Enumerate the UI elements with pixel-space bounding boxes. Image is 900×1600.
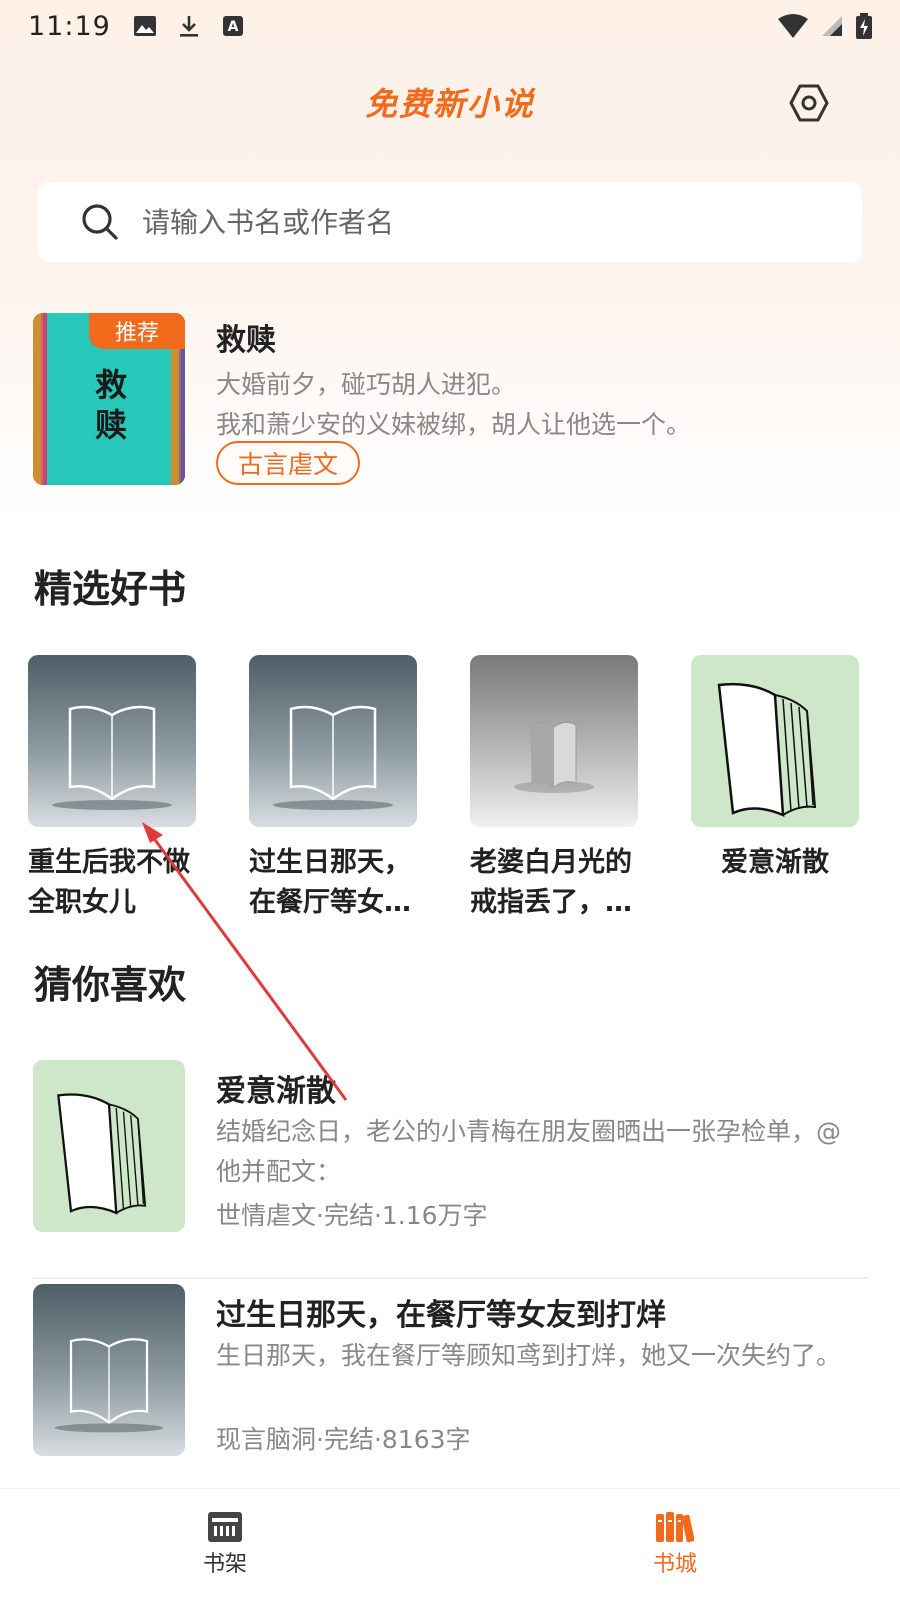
list-book-cover[interactable]	[33, 1284, 185, 1456]
list-book-title[interactable]: 爱意渐散	[216, 1066, 866, 1110]
recommended-book-description: 大婚前夕，碰巧胡人进犯。 我和萧少安的义妹被绑，胡人让他选一个。	[216, 365, 856, 445]
list-book-description: 生日那天，我在餐厅等顾知鸢到打烊，她又一次失约了。	[216, 1341, 842, 1370]
recommended-book-title[interactable]: 救赎	[216, 315, 276, 359]
svg-text:A: A	[227, 19, 238, 35]
featured-book-3[interactable]: 老婆白月光的戒指丢了，…	[470, 655, 638, 923]
guess-section-title: 猜你喜欢	[34, 963, 187, 1007]
featured-book-4[interactable]: 爱意渐散	[691, 655, 859, 883]
featured-book-cover[interactable]	[249, 655, 417, 827]
status-bar: 11:19 A	[0, 0, 900, 52]
nav-bookstore[interactable]: 书城	[450, 1489, 900, 1600]
list-book-description: 结婚纪念日，老公的小青梅在朋友圈晒出一张孕检单，@他并配文：	[216, 1117, 842, 1186]
nav-bookstore-label: 书城	[652, 1551, 697, 1577]
recommended-genre-tag[interactable]: 古言虐文	[216, 441, 361, 485]
open-book-icon	[52, 705, 172, 810]
nav-bookshelf[interactable]: 书架	[0, 1489, 450, 1600]
nav-bookshelf-label: 书架	[202, 1551, 247, 1577]
wifi-icon	[778, 14, 808, 38]
settings-hex-icon	[789, 84, 829, 122]
bookstore-books-icon	[656, 1511, 694, 1542]
recommended-desc-line-1: 大婚前夕，碰巧胡人进犯。	[216, 370, 517, 399]
featured-book-title[interactable]: 过生日那天，在餐厅等女…	[249, 843, 417, 923]
list-book-title[interactable]: 过生日那天，在餐厅等女友到打烊	[216, 1290, 866, 1334]
sketch-book-icon	[57, 1093, 147, 1215]
image-icon	[133, 16, 156, 36]
bookshelf-icon	[208, 1511, 242, 1542]
featured-book-title[interactable]: 老婆白月光的戒指丢了，…	[470, 843, 638, 923]
app-header: 免费新小说	[0, 66, 900, 138]
list-item[interactable]: 爱意渐散 结婚纪念日，老公的小青梅在朋友圈晒出一张孕检单，@他并配文： 世情虐文…	[33, 1060, 869, 1236]
list-item[interactable]: 过生日那天，在餐厅等女友到打烊 生日那天，我在餐厅等顾知鸢到打烊，她又一次失约了…	[33, 1284, 869, 1460]
app-title: 免费新小说	[364, 85, 535, 123]
featured-book-title[interactable]: 重生后我不做全职女儿	[28, 843, 196, 923]
featured-book-1[interactable]: 重生后我不做全职女儿	[28, 655, 196, 923]
featured-book-cover[interactable]	[691, 655, 859, 827]
featured-book-cover[interactable]	[28, 655, 196, 827]
status-time: 11:19	[28, 10, 111, 42]
recommended-cover-text: 救赎	[94, 366, 127, 444]
settings-button[interactable]	[786, 80, 832, 126]
sketch-book-icon	[717, 682, 817, 817]
featured-book-title[interactable]: 爱意渐散	[691, 843, 859, 883]
list-book-cover[interactable]	[33, 1060, 185, 1232]
list-divider	[33, 1277, 869, 1279]
standing-book-icon	[514, 721, 594, 793]
recommended-badge: 推荐	[89, 313, 185, 349]
featured-book-cover[interactable]	[470, 655, 638, 827]
list-book-meta: 世情虐文·完结·1.16万字	[216, 1201, 488, 1230]
download-icon	[179, 16, 198, 37]
search-icon	[82, 204, 118, 240]
search-input[interactable]	[142, 205, 792, 239]
featured-section-title: 精选好书	[34, 567, 187, 611]
featured-book-2[interactable]: 过生日那天，在餐厅等女…	[249, 655, 417, 923]
open-book-icon	[54, 1338, 164, 1433]
recommended-book-card[interactable]: 救赎 推荐 救赎 大婚前夕，碰巧胡人进犯。 我和萧少安的义妹被绑，胡人让他选一个…	[33, 313, 863, 485]
recommended-book-cover[interactable]: 救赎 推荐	[33, 313, 185, 485]
text-a-icon: A	[222, 16, 243, 36]
cell-signal-icon	[822, 16, 842, 36]
featured-books-row: 重生后我不做全职女儿 过生日那天，在餐厅等女… 老婆白月光的戒指丢了，… 爱意渐…	[28, 655, 878, 918]
search-bar[interactable]	[38, 182, 862, 262]
open-book-icon	[273, 705, 393, 810]
battery-icon	[856, 13, 872, 39]
list-book-meta: 现言脑洞·完结·8163字	[216, 1425, 471, 1454]
bottom-navigation: 书架 书城	[0, 1488, 900, 1600]
recommended-desc-line-2: 我和萧少安的义妹被绑，胡人让他选一个。	[216, 410, 692, 439]
